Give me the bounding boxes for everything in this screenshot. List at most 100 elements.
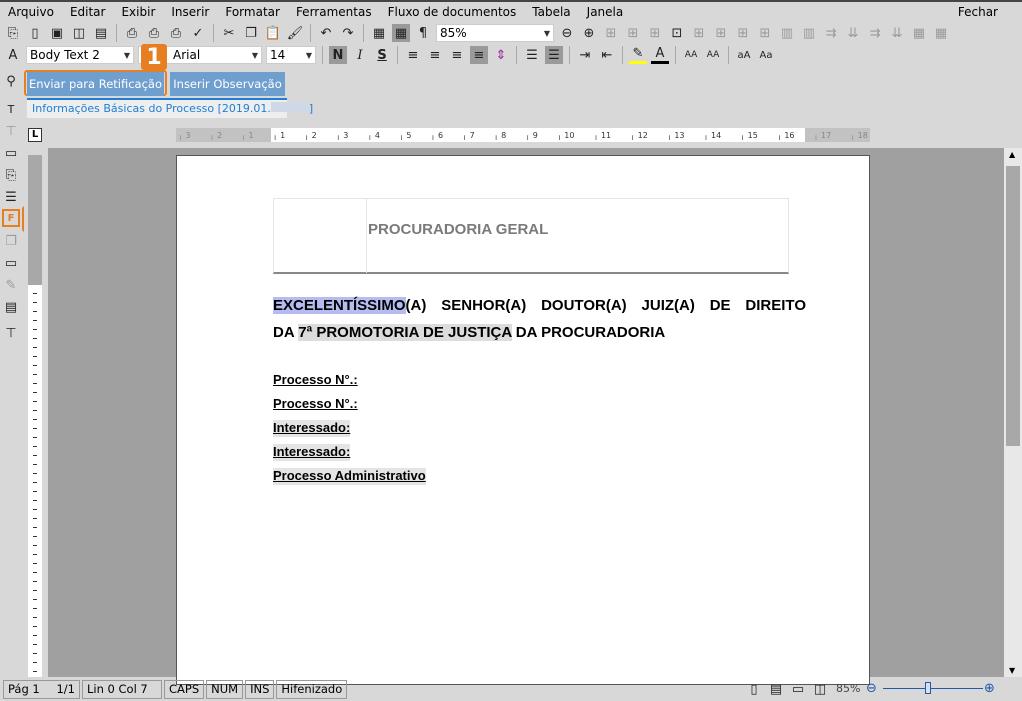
table-icon[interactable]: ▦ [370,24,388,42]
table-borders-icon[interactable]: ⊞ [756,24,774,42]
merge-cells-icon[interactable]: ▥ [778,24,796,42]
paste-icon[interactable]: 📋 [264,24,282,42]
field-icon[interactable]: ⊤ [2,122,20,140]
vertical-ruler[interactable] [28,285,42,677]
grow-font-icon[interactable]: AA [682,46,700,64]
delete-column-icon[interactable]: ⇊ [888,24,906,42]
zoom-out-icon[interactable]: ⊖ [558,24,576,42]
normal-view-icon[interactable]: ▤ [767,680,785,698]
field-interessado[interactable]: Interessado: [273,444,351,461]
size-combo[interactable]: 14 ▼ [266,46,316,64]
italic-button[interactable]: I [351,46,369,64]
close-document-button[interactable]: Fechar [958,5,998,19]
vertical-scrollbar[interactable]: ▲ ▼ [1004,148,1022,677]
align-center-icon[interactable]: ≡ [426,46,444,64]
field-interessado[interactable]: Interessado: [273,420,351,437]
web-view-icon[interactable]: ▭ [789,680,807,698]
redo-icon[interactable]: ↷ [339,24,357,42]
table-format-icon[interactable]: ▦ [932,24,950,42]
form-icon[interactable]: ▤ [2,298,20,316]
numbered-list-icon[interactable]: ☰ [545,46,563,64]
edit-disabled-icon[interactable]: ✎ [2,276,20,294]
change-case-icon[interactable]: aA [735,46,753,64]
zoom-in-icon[interactable]: ⊕ [580,24,598,42]
cut-icon[interactable]: ✂ [220,24,238,42]
new-document-icon[interactable]: ▯ [26,24,44,42]
table-borders-icon[interactable]: ⊞ [646,24,664,42]
table-borders-icon[interactable]: ⊡ [668,24,686,42]
style-combo[interactable]: Body Text 2 ▼ [26,46,134,64]
menu-exibir[interactable]: Exibir [121,5,155,19]
table-borders-icon[interactable]: ⊞ [712,24,730,42]
list-icon[interactable]: ☰ [2,188,20,206]
zoom-slider[interactable] [883,688,983,689]
menu-editar[interactable]: Editar [70,5,106,19]
form-field-icon[interactable]: F [2,209,20,227]
send-for-rectification-button[interactable]: Enviar para Retificação [27,72,164,96]
copy-pages-icon[interactable]: ⎘ [2,166,20,184]
field-processo[interactable]: Processo N°.: [273,372,426,389]
paint-roller-icon[interactable]: ⊤ [2,324,20,342]
copy-disabled-icon[interactable]: ❐ [2,232,20,250]
text-field-icon[interactable]: T [2,100,20,118]
horizontal-ruler[interactable]: ╷ 3╷ 2╷ 1╷ 1╷ 2╷ 3╷ 4╷ 5╷ 6╷ 7╷ 8╷ 9╷ 10… [176,128,870,142]
table-grid-icon[interactable]: ▦ [392,24,410,42]
menu-tabela[interactable]: Tabela [532,5,570,19]
table-borders-icon[interactable]: ⊞ [602,24,620,42]
table-borders-icon[interactable]: ⊞ [624,24,642,42]
tab-stop-selector[interactable]: L [28,128,42,142]
copy-icon[interactable]: ❐ [242,24,260,42]
zoom-in-icon[interactable]: ⊕ [984,681,995,696]
delete-row-icon[interactable]: ⇉ [866,24,884,42]
tab-basic-info[interactable]: Informações Básicas do Processo [2019.01… [27,98,313,118]
decrease-indent-icon[interactable]: ⇤ [598,46,616,64]
split-cells-icon[interactable]: ▥ [800,24,818,42]
save-icon[interactable]: ▤ [92,24,110,42]
document-page[interactable]: PROCURADORIA GERAL EXCELENTÍSSIMO(A) SEN… [176,155,870,685]
scroll-thumb[interactable] [1006,166,1020,446]
zoom-combo[interactable]: 85% ▼ [436,24,554,42]
font-color-icon[interactable]: A [651,46,669,64]
align-right-icon[interactable]: ≡ [448,46,466,64]
menu-arquivo[interactable]: Arquivo [8,5,54,19]
insert-column-icon[interactable]: ⇊ [844,24,862,42]
zoom-slider-thumb[interactable] [925,682,931,694]
shrink-font-icon[interactable]: AA [704,46,722,64]
menu-ferramentas[interactable]: Ferramentas [296,5,372,19]
increase-indent-icon[interactable]: ⇥ [576,46,594,64]
scroll-down-icon[interactable]: ▼ [1009,666,1015,675]
open-icon[interactable]: ▣ [48,24,66,42]
menu-inserir[interactable]: Inserir [171,5,209,19]
bold-button[interactable]: N [329,46,347,64]
print-preview-icon[interactable]: ⎙ [167,24,185,42]
line-spacing-icon[interactable]: ⇕ [492,46,510,64]
justify-icon[interactable]: ≡ [470,46,488,64]
field-processo-administrativo[interactable]: Processo Administrativo [273,468,426,485]
format-painter-icon[interactable]: 🖌 [286,24,304,42]
comment-icon[interactable]: ▭ [2,254,20,272]
insert-block-icon[interactable]: ▭ [2,144,20,162]
spellcheck-icon[interactable]: ✓ [189,24,207,42]
print-icon[interactable]: ⎙ [123,24,141,42]
insert-observation-button[interactable]: Inserir Observação [170,72,285,96]
pilcrow-icon[interactable]: ¶ [414,24,432,42]
new-from-template-icon[interactable]: ⎘ [4,24,22,42]
book-view-icon[interactable]: ◫ [811,680,829,698]
print-setup-icon[interactable]: ⎙ [145,24,163,42]
undo-icon[interactable]: ↶ [317,24,335,42]
workflow-icon[interactable]: ⚲ [2,72,20,90]
promotoria-field[interactable]: 7ª PROMOTORIA DE JUSTIÇA [298,324,512,341]
menu-formatar[interactable]: Formatar [225,5,280,19]
strike-button[interactable]: S [373,46,391,64]
table-borders-icon[interactable]: ⊞ [690,24,708,42]
zoom-out-icon[interactable]: ⊖ [866,681,877,696]
change-case-icon[interactable]: Aa [757,46,775,64]
highlight-icon[interactable]: ✎ [629,46,647,64]
field-processo[interactable]: Processo N°.: [273,396,426,413]
bullet-list-icon[interactable]: ☰ [523,46,541,64]
menu-fluxo[interactable]: Fluxo de documentos [388,5,517,19]
open-recent-icon[interactable]: ◫ [70,24,88,42]
menu-janela[interactable]: Janela [587,5,624,19]
align-left-icon[interactable]: ≡ [404,46,422,64]
insert-row-icon[interactable]: ⇉ [822,24,840,42]
